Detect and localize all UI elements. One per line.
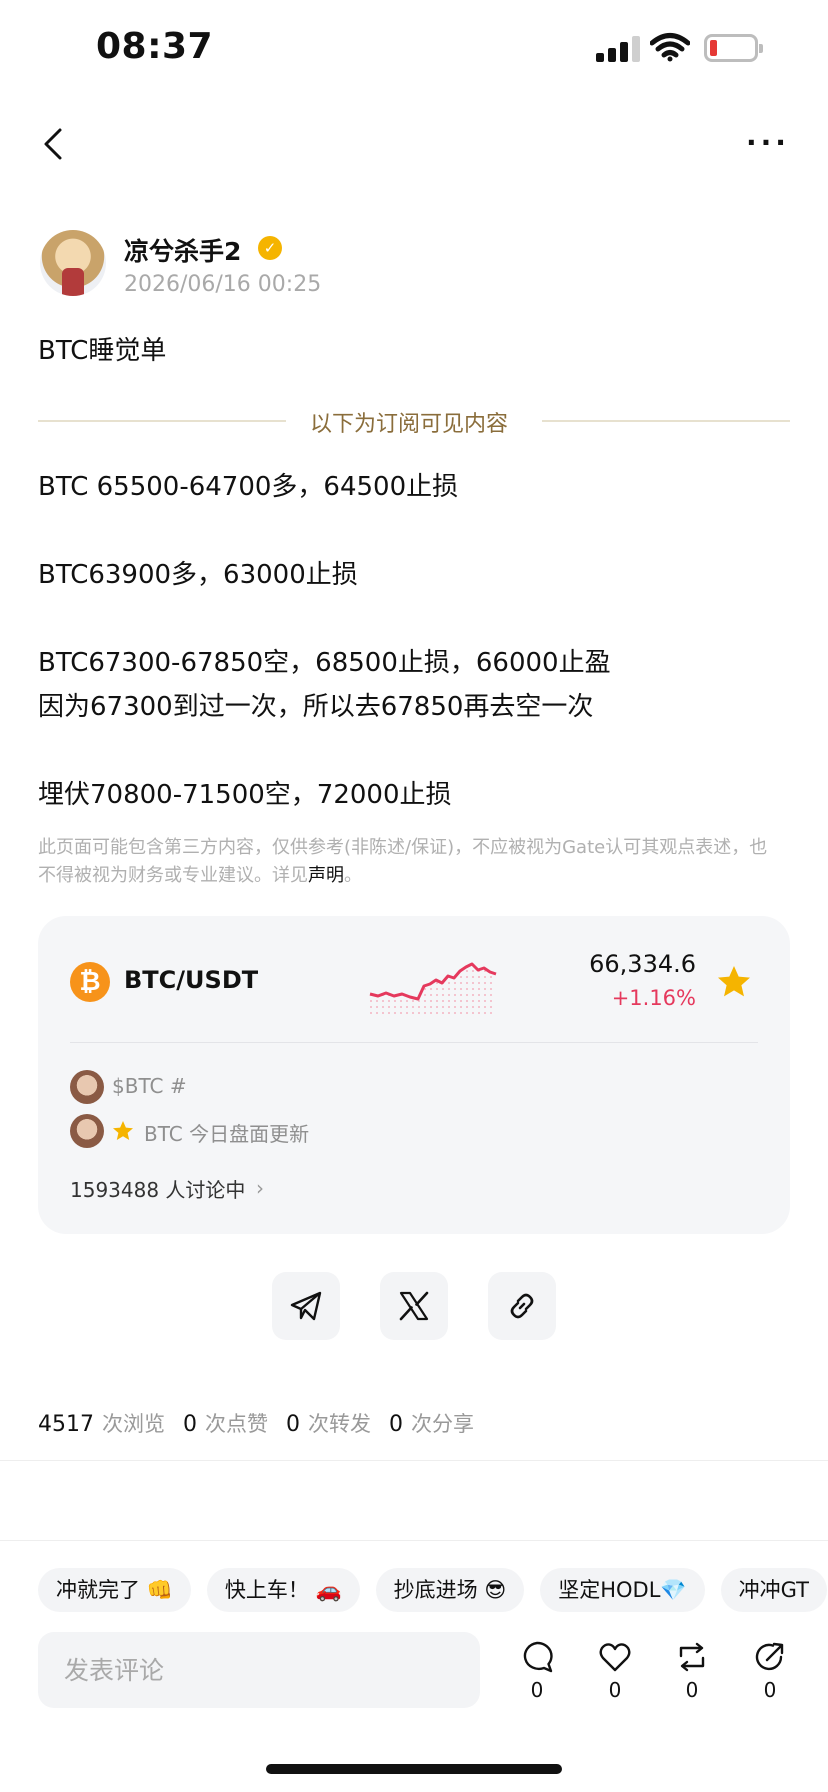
divider-line-left [38,420,286,422]
quick-replies: 冲就完了 👊 快上车！ 🚗 抄底进场 😎 坚定HODL💎 冲冲GT [38,1568,828,1616]
bitcoin-icon: ₿ [70,962,110,1002]
star-icon[interactable] [716,964,752,1000]
divider-line-right [542,420,790,422]
wifi-icon [650,33,690,62]
like-count: 0 [608,1678,622,1702]
star-icon [113,1121,133,1140]
share-icon [755,1642,784,1671]
heart-icon [599,1643,631,1672]
reposts-label: 次转发 [308,1412,371,1436]
disclaimer: 此页面可能包含第三方内容，仅供参考(非陈述/保证)，不应被视为Gate认可其观点… [38,834,768,890]
quick-reply-chip[interactable]: 冲冲GT [720,1568,827,1612]
back-icon[interactable] [34,124,74,164]
repost-count: 0 [685,1678,699,1702]
disclaimer-link[interactable]: 声明 [308,865,344,886]
author-name[interactable]: 凉兮杀手2 [124,232,241,268]
telegram-icon [290,1291,322,1321]
post-stats: 4517 次浏览 0 次点赞 0 次转发 0 次分享 [38,1408,492,1438]
disclaimer-end: 。 [344,865,362,886]
comment-icon [523,1641,553,1673]
like-button[interactable]: 0 [590,1640,640,1702]
more-icon[interactable]: ··· [744,126,792,162]
comment-input[interactable] [38,1632,480,1708]
quick-reply-chip[interactable]: 冲就完了 👊 [38,1568,191,1612]
subscription-divider-label: 以下为订阅可见内容 [310,412,509,437]
views-label: 次浏览 [102,1412,165,1436]
comment-count: 0 [530,1678,544,1702]
share-button[interactable]: 0 [745,1640,795,1702]
post-date: 2026/06/16 00:25 [124,272,322,297]
post-line: BTC 65500-64700多，64500止损 [38,472,459,502]
post-line: 因为67300到过一次，所以去67850再去空一次 [38,692,594,722]
post-title: BTC睡觉单 [38,336,167,366]
avatar[interactable] [40,230,106,296]
card-separator [70,1042,758,1043]
topic-avatar [70,1114,104,1148]
repost-button[interactable]: 0 [667,1640,717,1702]
price: 66,334.6 [589,950,696,978]
chevron-right-icon: › [256,1176,264,1200]
reposts-count: 0 [286,1412,300,1437]
sparkline-chart [369,962,497,1018]
post-line: 埋伏70800-71500空，72000止损 [38,780,452,810]
status-time: 08:37 [96,26,214,67]
shares-label: 次分享 [411,1412,474,1436]
copy-link-button[interactable] [488,1272,556,1340]
quick-reply-chip[interactable]: 快上车！ 🚗 [206,1568,360,1612]
section-divider [0,1460,828,1461]
quick-reply-chip[interactable]: 坚定HODL💎 [540,1568,705,1612]
comment-button[interactable]: 0 [512,1640,562,1702]
market-card[interactable]: ₿ BTC/USDT 66,334.6 +1.16% $BTC # BTC 今日… [38,916,790,1234]
signal-icon [596,36,640,62]
section-divider [0,1540,828,1541]
verified-icon: ✓ [258,236,282,260]
topic-item[interactable]: $BTC # [112,1074,187,1098]
battery-icon [704,34,763,62]
repost-icon [679,1642,705,1672]
discussion-count[interactable]: 1593488 人讨论中 [70,1174,245,1203]
home-indicator[interactable] [266,1764,562,1774]
post-line: BTC67300-67850空，68500止损，66000止盈 [38,648,611,678]
likes-label: 次点赞 [205,1412,268,1436]
post-line: BTC63900多，63000止损 [38,560,358,590]
topic-avatar [70,1070,104,1104]
quick-reply-chip[interactable]: 抄底进场 😎 [375,1568,525,1612]
x-share-button[interactable] [380,1272,448,1340]
shares-count: 0 [389,1412,403,1437]
x-icon [399,1291,429,1321]
likes-count: 0 [183,1412,197,1437]
price-change: +1.16% [611,986,696,1010]
telegram-share-button[interactable] [272,1272,340,1340]
link-icon [510,1293,534,1319]
disclaimer-text: 此页面可能包含第三方内容，仅供参考(非陈述/保证)，不应被视为Gate认可其观点… [38,837,768,886]
share-count: 0 [763,1678,777,1702]
pair-label: BTC/USDT [124,966,259,994]
views-count: 4517 [38,1412,94,1437]
topic-item[interactable]: BTC 今日盘面更新 [144,1118,309,1147]
